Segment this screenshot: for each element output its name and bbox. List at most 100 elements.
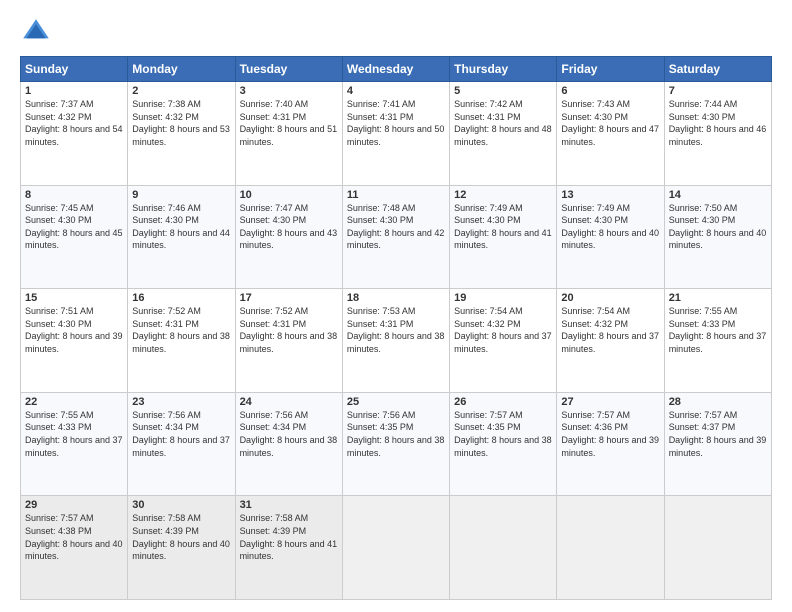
calendar-cell: 21Sunrise: 7:55 AM Sunset: 4:33 PM Dayli… <box>664 289 771 393</box>
day-number: 17 <box>240 292 338 304</box>
day-number: 1 <box>25 85 123 97</box>
calendar-cell: 28Sunrise: 7:57 AM Sunset: 4:37 PM Dayli… <box>664 392 771 496</box>
day-number: 6 <box>561 85 659 97</box>
calendar-cell: 24Sunrise: 7:56 AM Sunset: 4:34 PM Dayli… <box>235 392 342 496</box>
day-info: Sunrise: 7:57 AM Sunset: 4:35 PM Dayligh… <box>454 409 552 459</box>
day-info: Sunrise: 7:53 AM Sunset: 4:31 PM Dayligh… <box>347 305 445 355</box>
day-number: 4 <box>347 85 445 97</box>
calendar-week-row: 29Sunrise: 7:57 AM Sunset: 4:38 PM Dayli… <box>21 496 772 600</box>
column-header-friday: Friday <box>557 57 664 82</box>
calendar-cell <box>342 496 449 600</box>
day-number: 31 <box>240 499 338 511</box>
calendar-cell: 23Sunrise: 7:56 AM Sunset: 4:34 PM Dayli… <box>128 392 235 496</box>
day-number: 3 <box>240 85 338 97</box>
day-number: 16 <box>132 292 230 304</box>
calendar-cell <box>664 496 771 600</box>
header <box>20 16 772 48</box>
calendar-cell: 18Sunrise: 7:53 AM Sunset: 4:31 PM Dayli… <box>342 289 449 393</box>
calendar-week-row: 1Sunrise: 7:37 AM Sunset: 4:32 PM Daylig… <box>21 82 772 186</box>
day-info: Sunrise: 7:54 AM Sunset: 4:32 PM Dayligh… <box>454 305 552 355</box>
calendar-cell: 25Sunrise: 7:56 AM Sunset: 4:35 PM Dayli… <box>342 392 449 496</box>
day-info: Sunrise: 7:46 AM Sunset: 4:30 PM Dayligh… <box>132 202 230 252</box>
day-number: 11 <box>347 189 445 201</box>
calendar-cell: 11Sunrise: 7:48 AM Sunset: 4:30 PM Dayli… <box>342 185 449 289</box>
day-info: Sunrise: 7:50 AM Sunset: 4:30 PM Dayligh… <box>669 202 767 252</box>
calendar-cell: 10Sunrise: 7:47 AM Sunset: 4:30 PM Dayli… <box>235 185 342 289</box>
calendar-header-row: SundayMondayTuesdayWednesdayThursdayFrid… <box>21 57 772 82</box>
calendar-cell: 15Sunrise: 7:51 AM Sunset: 4:30 PM Dayli… <box>21 289 128 393</box>
day-info: Sunrise: 7:55 AM Sunset: 4:33 PM Dayligh… <box>669 305 767 355</box>
calendar-cell: 26Sunrise: 7:57 AM Sunset: 4:35 PM Dayli… <box>450 392 557 496</box>
day-number: 13 <box>561 189 659 201</box>
day-number: 25 <box>347 396 445 408</box>
day-number: 19 <box>454 292 552 304</box>
day-number: 30 <box>132 499 230 511</box>
column-header-sunday: Sunday <box>21 57 128 82</box>
day-info: Sunrise: 7:57 AM Sunset: 4:36 PM Dayligh… <box>561 409 659 459</box>
calendar-cell <box>557 496 664 600</box>
calendar-cell: 3Sunrise: 7:40 AM Sunset: 4:31 PM Daylig… <box>235 82 342 186</box>
calendar-cell: 29Sunrise: 7:57 AM Sunset: 4:38 PM Dayli… <box>21 496 128 600</box>
day-info: Sunrise: 7:37 AM Sunset: 4:32 PM Dayligh… <box>25 98 123 148</box>
day-info: Sunrise: 7:55 AM Sunset: 4:33 PM Dayligh… <box>25 409 123 459</box>
day-number: 21 <box>669 292 767 304</box>
day-number: 8 <box>25 189 123 201</box>
calendar-cell: 14Sunrise: 7:50 AM Sunset: 4:30 PM Dayli… <box>664 185 771 289</box>
day-info: Sunrise: 7:38 AM Sunset: 4:32 PM Dayligh… <box>132 98 230 148</box>
day-info: Sunrise: 7:43 AM Sunset: 4:30 PM Dayligh… <box>561 98 659 148</box>
day-info: Sunrise: 7:56 AM Sunset: 4:34 PM Dayligh… <box>240 409 338 459</box>
day-number: 23 <box>132 396 230 408</box>
day-info: Sunrise: 7:44 AM Sunset: 4:30 PM Dayligh… <box>669 98 767 148</box>
day-info: Sunrise: 7:57 AM Sunset: 4:38 PM Dayligh… <box>25 512 123 562</box>
day-number: 28 <box>669 396 767 408</box>
day-info: Sunrise: 7:51 AM Sunset: 4:30 PM Dayligh… <box>25 305 123 355</box>
day-info: Sunrise: 7:52 AM Sunset: 4:31 PM Dayligh… <box>132 305 230 355</box>
day-info: Sunrise: 7:40 AM Sunset: 4:31 PM Dayligh… <box>240 98 338 148</box>
day-info: Sunrise: 7:54 AM Sunset: 4:32 PM Dayligh… <box>561 305 659 355</box>
column-header-wednesday: Wednesday <box>342 57 449 82</box>
day-number: 22 <box>25 396 123 408</box>
day-info: Sunrise: 7:58 AM Sunset: 4:39 PM Dayligh… <box>132 512 230 562</box>
day-number: 7 <box>669 85 767 97</box>
calendar-week-row: 8Sunrise: 7:45 AM Sunset: 4:30 PM Daylig… <box>21 185 772 289</box>
day-info: Sunrise: 7:48 AM Sunset: 4:30 PM Dayligh… <box>347 202 445 252</box>
calendar-cell: 17Sunrise: 7:52 AM Sunset: 4:31 PM Dayli… <box>235 289 342 393</box>
calendar-cell: 5Sunrise: 7:42 AM Sunset: 4:31 PM Daylig… <box>450 82 557 186</box>
calendar-cell: 19Sunrise: 7:54 AM Sunset: 4:32 PM Dayli… <box>450 289 557 393</box>
day-number: 10 <box>240 189 338 201</box>
day-info: Sunrise: 7:58 AM Sunset: 4:39 PM Dayligh… <box>240 512 338 562</box>
calendar-cell: 27Sunrise: 7:57 AM Sunset: 4:36 PM Dayli… <box>557 392 664 496</box>
day-info: Sunrise: 7:49 AM Sunset: 4:30 PM Dayligh… <box>454 202 552 252</box>
calendar-cell: 12Sunrise: 7:49 AM Sunset: 4:30 PM Dayli… <box>450 185 557 289</box>
calendar-cell: 30Sunrise: 7:58 AM Sunset: 4:39 PM Dayli… <box>128 496 235 600</box>
calendar-cell: 31Sunrise: 7:58 AM Sunset: 4:39 PM Dayli… <box>235 496 342 600</box>
calendar-table: SundayMondayTuesdayWednesdayThursdayFrid… <box>20 56 772 600</box>
day-info: Sunrise: 7:49 AM Sunset: 4:30 PM Dayligh… <box>561 202 659 252</box>
calendar-week-row: 22Sunrise: 7:55 AM Sunset: 4:33 PM Dayli… <box>21 392 772 496</box>
day-number: 5 <box>454 85 552 97</box>
column-header-monday: Monday <box>128 57 235 82</box>
day-number: 29 <box>25 499 123 511</box>
calendar-week-row: 15Sunrise: 7:51 AM Sunset: 4:30 PM Dayli… <box>21 289 772 393</box>
day-number: 9 <box>132 189 230 201</box>
column-header-tuesday: Tuesday <box>235 57 342 82</box>
day-info: Sunrise: 7:45 AM Sunset: 4:30 PM Dayligh… <box>25 202 123 252</box>
day-number: 27 <box>561 396 659 408</box>
calendar-cell: 20Sunrise: 7:54 AM Sunset: 4:32 PM Dayli… <box>557 289 664 393</box>
calendar-cell: 6Sunrise: 7:43 AM Sunset: 4:30 PM Daylig… <box>557 82 664 186</box>
calendar-cell: 9Sunrise: 7:46 AM Sunset: 4:30 PM Daylig… <box>128 185 235 289</box>
day-number: 2 <box>132 85 230 97</box>
column-header-thursday: Thursday <box>450 57 557 82</box>
day-number: 15 <box>25 292 123 304</box>
logo <box>20 16 56 48</box>
calendar-cell: 22Sunrise: 7:55 AM Sunset: 4:33 PM Dayli… <box>21 392 128 496</box>
calendar-cell: 7Sunrise: 7:44 AM Sunset: 4:30 PM Daylig… <box>664 82 771 186</box>
day-number: 24 <box>240 396 338 408</box>
page: SundayMondayTuesdayWednesdayThursdayFrid… <box>0 0 792 612</box>
day-info: Sunrise: 7:52 AM Sunset: 4:31 PM Dayligh… <box>240 305 338 355</box>
day-number: 14 <box>669 189 767 201</box>
day-info: Sunrise: 7:42 AM Sunset: 4:31 PM Dayligh… <box>454 98 552 148</box>
day-number: 12 <box>454 189 552 201</box>
day-info: Sunrise: 7:56 AM Sunset: 4:34 PM Dayligh… <box>132 409 230 459</box>
day-info: Sunrise: 7:41 AM Sunset: 4:31 PM Dayligh… <box>347 98 445 148</box>
